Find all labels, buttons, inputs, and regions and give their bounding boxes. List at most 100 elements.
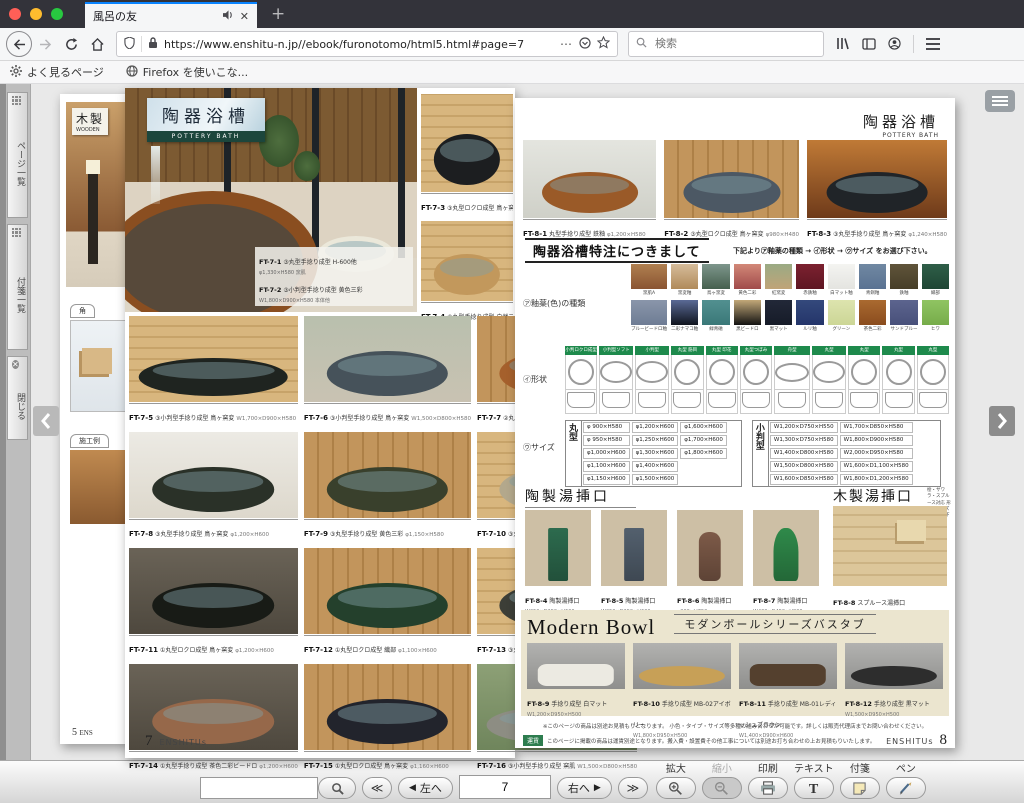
zoom-out-button[interactable]: 縮小 xyxy=(702,760,742,799)
glaze-chip xyxy=(859,300,886,325)
size-column: φ1,600×H600φ1,700×H600φ1,800×H600 xyxy=(679,421,728,486)
tab-audio-icon[interactable] xyxy=(223,10,234,23)
glaze-chip xyxy=(796,300,823,325)
zoom-in-button[interactable]: 拡大 xyxy=(656,760,696,799)
shape-top-view xyxy=(635,355,669,390)
text-icon[interactable]: T xyxy=(794,777,834,799)
shape-side-view xyxy=(599,390,633,414)
tub-shape xyxy=(434,254,500,296)
tub-shape xyxy=(139,358,288,396)
find-button[interactable] xyxy=(318,777,356,799)
pen-button[interactable]: ペン xyxy=(886,760,926,799)
url-text: https://www.enshitu-n.jp//ebook/furonoto… xyxy=(164,38,554,51)
sidebar-tab-sticky-list[interactable]: 付箋一覧 xyxy=(7,224,28,350)
catalog-page-7[interactable]: FT-7-1③丸型手捻り成型 H-600他φ1,330×H580 窯肌 FT-7… xyxy=(125,88,515,758)
page5-number: 5 ENS xyxy=(72,727,93,738)
glaze-swatch: ルリ釉 xyxy=(796,300,823,332)
tool-label: 印刷 xyxy=(758,760,778,775)
sticky-note-icon[interactable] xyxy=(840,777,880,799)
page-number-input[interactable] xyxy=(459,775,551,799)
tub-water xyxy=(338,587,437,608)
next-page-arrow[interactable] xyxy=(989,406,1015,436)
reload-button[interactable] xyxy=(58,31,84,57)
product-desc: ③丸型ロクロ成型 鳥ヶ窯変 xyxy=(447,205,513,212)
glaze-name: 黄色二彩 xyxy=(734,290,761,296)
page8-note2: このページに掲載の商品は運賃別途となります。搬入費・設置費その他工事については別… xyxy=(547,737,875,745)
shape-side-view xyxy=(882,390,914,414)
product-FT-7-3: FT-7-3③丸型ロクロ成型 鳥ヶ窯変φ1,130×H600 xyxy=(421,94,513,215)
previous-page-peek[interactable]: 木製 WOODEN 角 施工例 5 ENS xyxy=(60,94,130,744)
first-page-button[interactable]: ≪ xyxy=(362,777,392,799)
pen-icon[interactable] xyxy=(886,777,926,799)
viewer-menu-button[interactable] xyxy=(985,90,1015,112)
prev-page-arrow[interactable] xyxy=(33,406,59,436)
tab-close-icon[interactable]: ✕ xyxy=(240,10,249,23)
shape-top-view xyxy=(706,355,738,390)
close-circle-icon: ✕ xyxy=(12,360,19,370)
url-bar[interactable]: https://www.enshitu-n.jp//ebook/furonoto… xyxy=(116,31,618,57)
zoom-in-icon[interactable] xyxy=(656,777,696,799)
menu-icon[interactable] xyxy=(926,38,940,50)
pocket-icon[interactable] xyxy=(579,37,591,52)
glaze-swatch: 織部 xyxy=(922,264,949,296)
tub-water xyxy=(440,139,494,162)
tracking-shield-icon[interactable] xyxy=(124,37,135,52)
shape-option: 丸型 xyxy=(917,346,949,414)
search-bar[interactable] xyxy=(628,31,824,57)
page-actions-icon[interactable]: ⋯ xyxy=(560,37,573,51)
lock-icon[interactable] xyxy=(148,37,158,52)
search-input[interactable] xyxy=(653,37,816,51)
glaze-name: ヒワ xyxy=(922,326,949,332)
product-caption: FT-7-14①丸型手捻り成型 茶色二彩ビードロφ1,200×H600 xyxy=(129,751,298,773)
size-value: φ 900×H580 xyxy=(583,422,630,433)
next-page-button[interactable]: 右へ ▶ xyxy=(557,777,612,799)
glaze-chip xyxy=(734,264,761,289)
catalog-page-8[interactable]: 陶器浴槽 POTTERY BATH FT-8-1丸型手捻り成型 鉄釉φ1,200… xyxy=(515,98,955,748)
last-page-button[interactable]: ≫ xyxy=(618,777,648,799)
product-size: φ1,150×H580 xyxy=(405,532,444,538)
sticky-note-button[interactable]: 付箋 xyxy=(840,760,880,799)
product-photo xyxy=(129,432,298,518)
find-input[interactable] xyxy=(200,777,318,799)
prev-page-button[interactable]: ◀ 左へ xyxy=(398,777,453,799)
zoom-out-icon[interactable] xyxy=(702,777,742,799)
product-desc: ①丸型ロクロ成型 鳥ヶ窯変 xyxy=(335,763,408,770)
product-FT-7-15: FT-7-15①丸型ロクロ成型 鳥ヶ窯変φ1,160×H600 xyxy=(304,664,471,773)
bookmark-item-firefox[interactable]: Firefox を使いこな... xyxy=(126,64,248,80)
shape-label: ㋑形状 xyxy=(523,374,547,385)
text-button[interactable]: テキストT xyxy=(794,760,834,799)
product-FT-7-6: FT-7-6③小判型手捻り成型 鳥ヶ窯変W1,500×D800×H580 xyxy=(304,316,471,425)
home-button[interactable] xyxy=(84,31,110,57)
product-photo xyxy=(304,432,471,518)
size-column: W1,200×D750×H550W1,300×D750×H580W1,400×D… xyxy=(769,421,839,486)
shape-top-view xyxy=(812,355,846,390)
back-button[interactable] xyxy=(6,31,32,57)
sidebar-toggle-icon[interactable] xyxy=(862,35,876,54)
print-icon[interactable] xyxy=(748,777,788,799)
page7-side-column: FT-7-3③丸型ロクロ成型 鳥ヶ窯変φ1,130×H600FT-7-4③丸型手… xyxy=(421,94,513,330)
product-code: FT-8-1 xyxy=(523,230,547,238)
shape-name: 丸型 xyxy=(917,346,949,355)
forward-button[interactable] xyxy=(32,31,58,57)
product-FT-7-8: FT-7-8③丸型手捻り成型 鳥ヶ窯変φ1,200×H600 xyxy=(129,432,298,541)
tub-shape xyxy=(327,467,447,512)
browser-tab[interactable]: 風呂の友 ✕ xyxy=(85,2,257,28)
size-value: φ1,200×H600 xyxy=(632,422,679,433)
library-icon[interactable] xyxy=(836,35,850,54)
shape-name: 丸型 xyxy=(848,346,880,355)
sidebar-tab-close[interactable]: ✕ 閉じる xyxy=(7,356,28,440)
close-window-button[interactable] xyxy=(9,8,21,20)
page8-top-products: FT-8-1丸型手捻り成型 鉄釉φ1,200×H580FT-8-2③丸型ロクロ成… xyxy=(523,140,947,241)
bookmark-star-icon[interactable] xyxy=(597,36,610,52)
product-FT-8-1: FT-8-1丸型手捻り成型 鉄釉φ1,200×H580 xyxy=(523,140,656,241)
shape-side-view xyxy=(848,390,880,414)
shape-top-view xyxy=(774,355,810,390)
bookmark-item-frequent[interactable]: よく見るページ xyxy=(10,64,104,80)
sidebar-tab-page-list[interactable]: ページ一覧 xyxy=(7,92,28,218)
minimize-window-button[interactable] xyxy=(30,8,42,20)
maximize-window-button[interactable] xyxy=(51,8,63,20)
account-icon[interactable] xyxy=(888,35,901,54)
product-desc: ①丸型ロクロ成型 鳥ヶ窯変 xyxy=(160,647,233,654)
print-button[interactable]: 印刷 xyxy=(748,760,788,799)
new-tab-button[interactable]: + xyxy=(271,0,285,28)
